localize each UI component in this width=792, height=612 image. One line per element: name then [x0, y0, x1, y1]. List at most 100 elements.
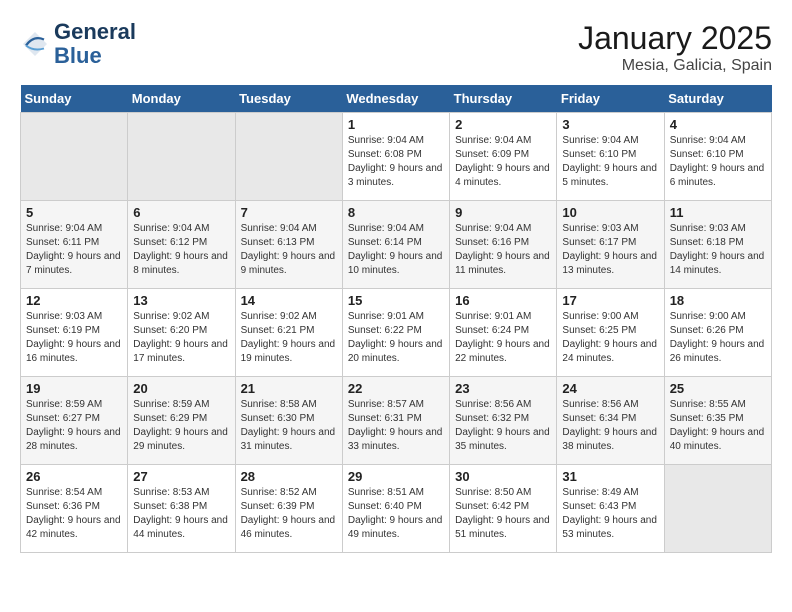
logo-line1: General — [54, 20, 136, 44]
cell-info: Sunrise: 8:51 AM Sunset: 6:40 PM Dayligh… — [348, 486, 444, 542]
cell-info: Sunrise: 9:04 AM Sunset: 6:10 PM Dayligh… — [562, 134, 658, 190]
cell-info: Sunrise: 8:54 AM Sunset: 6:36 PM Dayligh… — [26, 486, 122, 542]
calendar-cell: 6Sunrise: 9:04 AM Sunset: 6:12 PM Daylig… — [128, 201, 235, 289]
cell-info: Sunrise: 9:02 AM Sunset: 6:21 PM Dayligh… — [241, 310, 337, 366]
calendar-cell: 31 Sunrise: 8:49 AM Sunset: 6:43 PM Dayli… — [557, 465, 664, 553]
day-number: 11 — [670, 205, 766, 220]
cell-info: Sunrise: 9:04 AM Sunset: 6:13 PM Dayligh… — [241, 222, 337, 278]
day-number: 8 — [348, 205, 444, 220]
calendar-cell: 20 Sunrise: 8:59 AM Sunset: 6:29 PM Dayli… — [128, 377, 235, 465]
cell-info: Sunrise: 9:04 AM Sunset: 6:08 PM Dayligh… — [348, 134, 444, 190]
cell-info: Sunrise: 9:04 AM Sunset: 6:10 PM Dayligh… — [670, 134, 766, 190]
location: Mesia, Galicia, Spain — [578, 57, 772, 75]
calendar-cell: 14 Sunrise: 9:02 AM Sunset: 6:21 PM Dayli… — [235, 289, 342, 377]
cell-info: Sunrise: 8:58 AM Sunset: 6:30 PM Dayligh… — [241, 398, 337, 454]
cell-info: Sunrise: 9:00 AM Sunset: 6:25 PM Dayligh… — [562, 310, 658, 366]
day-number: 7 — [241, 205, 337, 220]
logo-icon — [20, 29, 50, 59]
cell-info: Sunrise: 9:04 AM Sunset: 6:14 PM Dayligh… — [348, 222, 444, 278]
weekday-header-row: SundayMondayTuesdayWednesdayThursdayFrid… — [21, 85, 772, 113]
cell-info: Sunrise: 9:03 AM Sunset: 6:17 PM Dayligh… — [562, 222, 658, 278]
calendar-cell: 2 Sunrise: 9:04 AM Sunset: 6:09 PM Daylig… — [450, 113, 557, 201]
day-number: 17 — [562, 293, 658, 308]
cell-info: Sunrise: 8:59 AM Sunset: 6:29 PM Dayligh… — [133, 398, 229, 454]
week-row-2: 5Sunrise: 9:04 AM Sunset: 6:11 PM Daylig… — [21, 201, 772, 289]
calendar-cell: 12 Sunrise: 9:03 AM Sunset: 6:19 PM Dayli… — [21, 289, 128, 377]
calendar-cell: 13 Sunrise: 9:02 AM Sunset: 6:20 PM Dayli… — [128, 289, 235, 377]
week-row-3: 12 Sunrise: 9:03 AM Sunset: 6:19 PM Dayli… — [21, 289, 772, 377]
cell-info: Sunrise: 9:04 AM Sunset: 6:09 PM Dayligh… — [455, 134, 551, 190]
day-number: 21 — [241, 381, 337, 396]
day-number: 20 — [133, 381, 229, 396]
weekday-header-friday: Friday — [557, 85, 664, 113]
cell-info: Sunrise: 9:03 AM Sunset: 6:19 PM Dayligh… — [26, 310, 122, 366]
calendar-cell: 24 Sunrise: 8:56 AM Sunset: 6:34 PM Dayli… — [557, 377, 664, 465]
cell-info: Sunrise: 9:01 AM Sunset: 6:24 PM Dayligh… — [455, 310, 551, 366]
cell-info: Sunrise: 9:03 AM Sunset: 6:18 PM Dayligh… — [670, 222, 766, 278]
cell-info: Sunrise: 8:53 AM Sunset: 6:38 PM Dayligh… — [133, 486, 229, 542]
calendar-cell — [664, 465, 771, 553]
calendar-cell: 5Sunrise: 9:04 AM Sunset: 6:11 PM Daylig… — [21, 201, 128, 289]
day-number: 25 — [670, 381, 766, 396]
day-number: 28 — [241, 469, 337, 484]
day-number: 22 — [348, 381, 444, 396]
calendar-cell: 23Sunrise: 8:56 AM Sunset: 6:32 PM Dayli… — [450, 377, 557, 465]
day-number: 19 — [26, 381, 122, 396]
cell-info: Sunrise: 8:50 AM Sunset: 6:42 PM Dayligh… — [455, 486, 551, 542]
day-number: 16 — [455, 293, 551, 308]
calendar-cell: 10 Sunrise: 9:03 AM Sunset: 6:17 PM Dayli… — [557, 201, 664, 289]
day-number: 13 — [133, 293, 229, 308]
day-number: 29 — [348, 469, 444, 484]
cell-info: Sunrise: 9:01 AM Sunset: 6:22 PM Dayligh… — [348, 310, 444, 366]
day-number: 30 — [455, 469, 551, 484]
weekday-header-thursday: Thursday — [450, 85, 557, 113]
calendar-cell — [21, 113, 128, 201]
calendar-cell: 3 Sunrise: 9:04 AM Sunset: 6:10 PM Daylig… — [557, 113, 664, 201]
calendar-cell: 4Sunrise: 9:04 AM Sunset: 6:10 PM Daylig… — [664, 113, 771, 201]
calendar-cell: 18 Sunrise: 9:00 AM Sunset: 6:26 PM Dayli… — [664, 289, 771, 377]
day-number: 6 — [133, 205, 229, 220]
cell-info: Sunrise: 8:55 AM Sunset: 6:35 PM Dayligh… — [670, 398, 766, 454]
calendar-cell: 1 Sunrise: 9:04 AM Sunset: 6:08 PM Daylig… — [342, 113, 449, 201]
calendar-cell: 17 Sunrise: 9:00 AM Sunset: 6:25 PM Dayli… — [557, 289, 664, 377]
calendar-cell: 30 Sunrise: 8:50 AM Sunset: 6:42 PM Dayli… — [450, 465, 557, 553]
calendar-cell: 16 Sunrise: 9:01 AM Sunset: 6:24 PM Dayli… — [450, 289, 557, 377]
day-number: 10 — [562, 205, 658, 220]
calendar-cell: 28Sunrise: 8:52 AM Sunset: 6:39 PM Dayli… — [235, 465, 342, 553]
cell-info: Sunrise: 9:02 AM Sunset: 6:20 PM Dayligh… — [133, 310, 229, 366]
day-number: 1 — [348, 117, 444, 132]
cell-info: Sunrise: 8:49 AM Sunset: 6:43 PM Dayligh… — [562, 486, 658, 542]
week-row-1: 1 Sunrise: 9:04 AM Sunset: 6:08 PM Daylig… — [21, 113, 772, 201]
day-number: 18 — [670, 293, 766, 308]
page-header: General Blue January 2025 Mesia, Galicia… — [20, 20, 772, 75]
day-number: 14 — [241, 293, 337, 308]
weekday-header-monday: Monday — [128, 85, 235, 113]
weekday-header-saturday: Saturday — [664, 85, 771, 113]
day-number: 24 — [562, 381, 658, 396]
calendar-cell: 15 Sunrise: 9:01 AM Sunset: 6:22 PM Dayli… — [342, 289, 449, 377]
calendar-cell: 29 Sunrise: 8:51 AM Sunset: 6:40 PM Dayli… — [342, 465, 449, 553]
weekday-header-tuesday: Tuesday — [235, 85, 342, 113]
title-area: January 2025 Mesia, Galicia, Spain — [578, 20, 772, 75]
day-number: 15 — [348, 293, 444, 308]
cell-info: Sunrise: 9:04 AM Sunset: 6:11 PM Dayligh… — [26, 222, 122, 278]
day-number: 31 — [562, 469, 658, 484]
day-number: 12 — [26, 293, 122, 308]
calendar-cell: 19 Sunrise: 8:59 AM Sunset: 6:27 PM Dayli… — [21, 377, 128, 465]
logo-line2: Blue — [54, 44, 136, 68]
day-number: 2 — [455, 117, 551, 132]
cell-info: Sunrise: 8:56 AM Sunset: 6:34 PM Dayligh… — [562, 398, 658, 454]
cell-info: Sunrise: 9:00 AM Sunset: 6:26 PM Dayligh… — [670, 310, 766, 366]
weekday-header-wednesday: Wednesday — [342, 85, 449, 113]
calendar-cell: 25 Sunrise: 8:55 AM Sunset: 6:35 PM Dayli… — [664, 377, 771, 465]
day-number: 9 — [455, 205, 551, 220]
calendar-cell: 11 Sunrise: 9:03 AM Sunset: 6:18 PM Dayli… — [664, 201, 771, 289]
week-row-4: 19 Sunrise: 8:59 AM Sunset: 6:27 PM Dayli… — [21, 377, 772, 465]
cell-info: Sunrise: 9:04 AM Sunset: 6:16 PM Dayligh… — [455, 222, 551, 278]
day-number: 3 — [562, 117, 658, 132]
cell-info: Sunrise: 8:57 AM Sunset: 6:31 PM Dayligh… — [348, 398, 444, 454]
calendar-cell: 21 Sunrise: 8:58 AM Sunset: 6:30 PM Dayli… — [235, 377, 342, 465]
cell-info: Sunrise: 8:59 AM Sunset: 6:27 PM Dayligh… — [26, 398, 122, 454]
day-number: 23 — [455, 381, 551, 396]
calendar-cell — [235, 113, 342, 201]
